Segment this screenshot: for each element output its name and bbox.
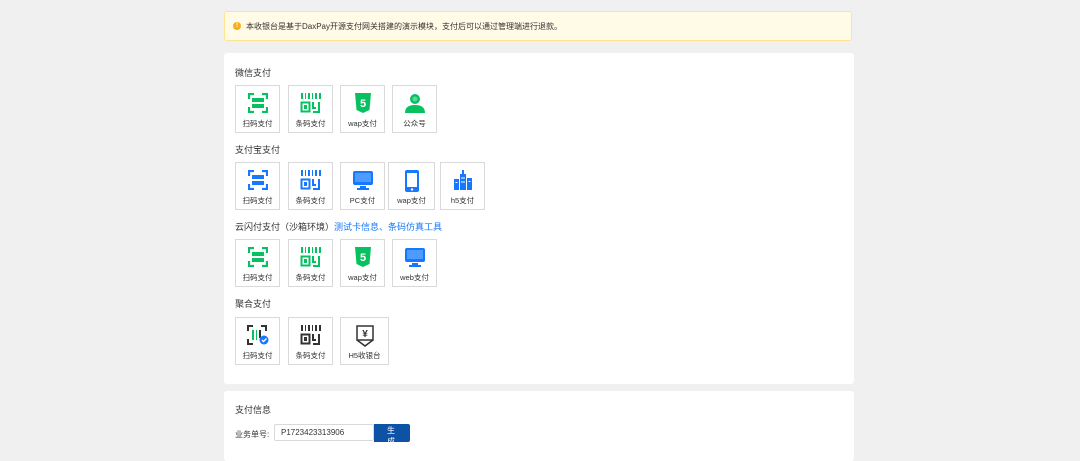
generate-button[interactable]: 生 成: [374, 424, 410, 446]
wechat-barcode-pay-tile[interactable]: 条码支付: [288, 85, 333, 133]
info-circle-icon: !: [233, 22, 241, 30]
barcode-icon: [300, 170, 321, 190]
notice-text: 本收银台是基于DaxPay开源支付网关搭建的演示模块，支付后可以通过管理端进行退…: [246, 21, 563, 31]
svg-text:5: 5: [359, 252, 365, 264]
order-number-input[interactable]: [274, 424, 374, 441]
users-icon: [404, 94, 425, 113]
monitor-icon: [352, 171, 373, 190]
test-card-info-link[interactable]: 测试卡信息、条码仿真工具: [334, 222, 442, 232]
alipay-scan-pay-tile[interactable]: 扫码支付: [235, 162, 280, 210]
order-number-label: 业务单号:: [235, 430, 270, 439]
alipay-barcode-pay-tile[interactable]: 条码支付: [288, 162, 333, 210]
alipay-wap-pay-tile[interactable]: wap支付: [388, 162, 435, 210]
wechat-wap-pay-tile[interactable]: 5 wap支付: [340, 85, 385, 133]
aggregate-h5-cashier-tile[interactable]: ¥ H5收银台: [340, 317, 389, 365]
aggregate-barcode-pay-tile[interactable]: 条码支付: [288, 317, 333, 365]
barcode-icon: [300, 325, 321, 345]
building-icon: [453, 170, 472, 190]
scan-icon: [247, 247, 268, 267]
payment-info-panel: 支付信息 业务单号: 生 成: [224, 391, 854, 461]
alipay-h5-pay-tile[interactable]: h5支付: [440, 162, 485, 210]
monitor-icon: [404, 248, 425, 267]
svg-text:5: 5: [359, 98, 365, 110]
scan-check-icon: [246, 325, 268, 345]
unionpay-wap-pay-tile[interactable]: 5 wap支付: [340, 239, 385, 287]
notice-banner: ! 本收银台是基于DaxPay开源支付网关搭建的演示模块，支付后可以通过管理端进…: [224, 11, 852, 41]
alipay-section-title: 支付宝支付: [235, 145, 281, 155]
yuan-icon: ¥: [355, 325, 374, 347]
barcode-icon: [300, 93, 321, 113]
scan-icon: [247, 93, 268, 113]
aggregate-section-title: 聚合支付: [235, 299, 272, 309]
scan-icon: [247, 170, 268, 190]
unionpay-section-title: 云闪付支付（沙箱环境）测试卡信息、条码仿真工具: [235, 222, 443, 232]
payment-info-title: 支付信息: [235, 405, 272, 415]
mobile-phone-icon: [404, 170, 419, 192]
svg-text:¥: ¥: [362, 329, 368, 340]
html5-icon: 5: [354, 247, 371, 267]
wechat-section-title: 微信支付: [235, 68, 272, 78]
alipay-pc-pay-tile[interactable]: PC支付: [340, 162, 385, 210]
html5-icon: 5: [354, 93, 371, 113]
unionpay-scan-pay-tile[interactable]: 扫码支付: [235, 239, 280, 287]
barcode-icon: [300, 247, 321, 267]
payment-methods-panel: 微信支付 扫码支付 条码支付 5 wap支付 公众号 支付宝支付 扫码支付 条码…: [224, 53, 854, 384]
aggregate-scan-pay-tile[interactable]: 扫码支付: [235, 317, 280, 365]
wechat-scan-pay-tile[interactable]: 扫码支付: [235, 85, 280, 133]
wechat-official-account-tile[interactable]: 公众号: [392, 85, 437, 133]
unionpay-barcode-pay-tile[interactable]: 条码支付: [288, 239, 333, 287]
unionpay-web-pay-tile[interactable]: web支付: [392, 239, 437, 287]
